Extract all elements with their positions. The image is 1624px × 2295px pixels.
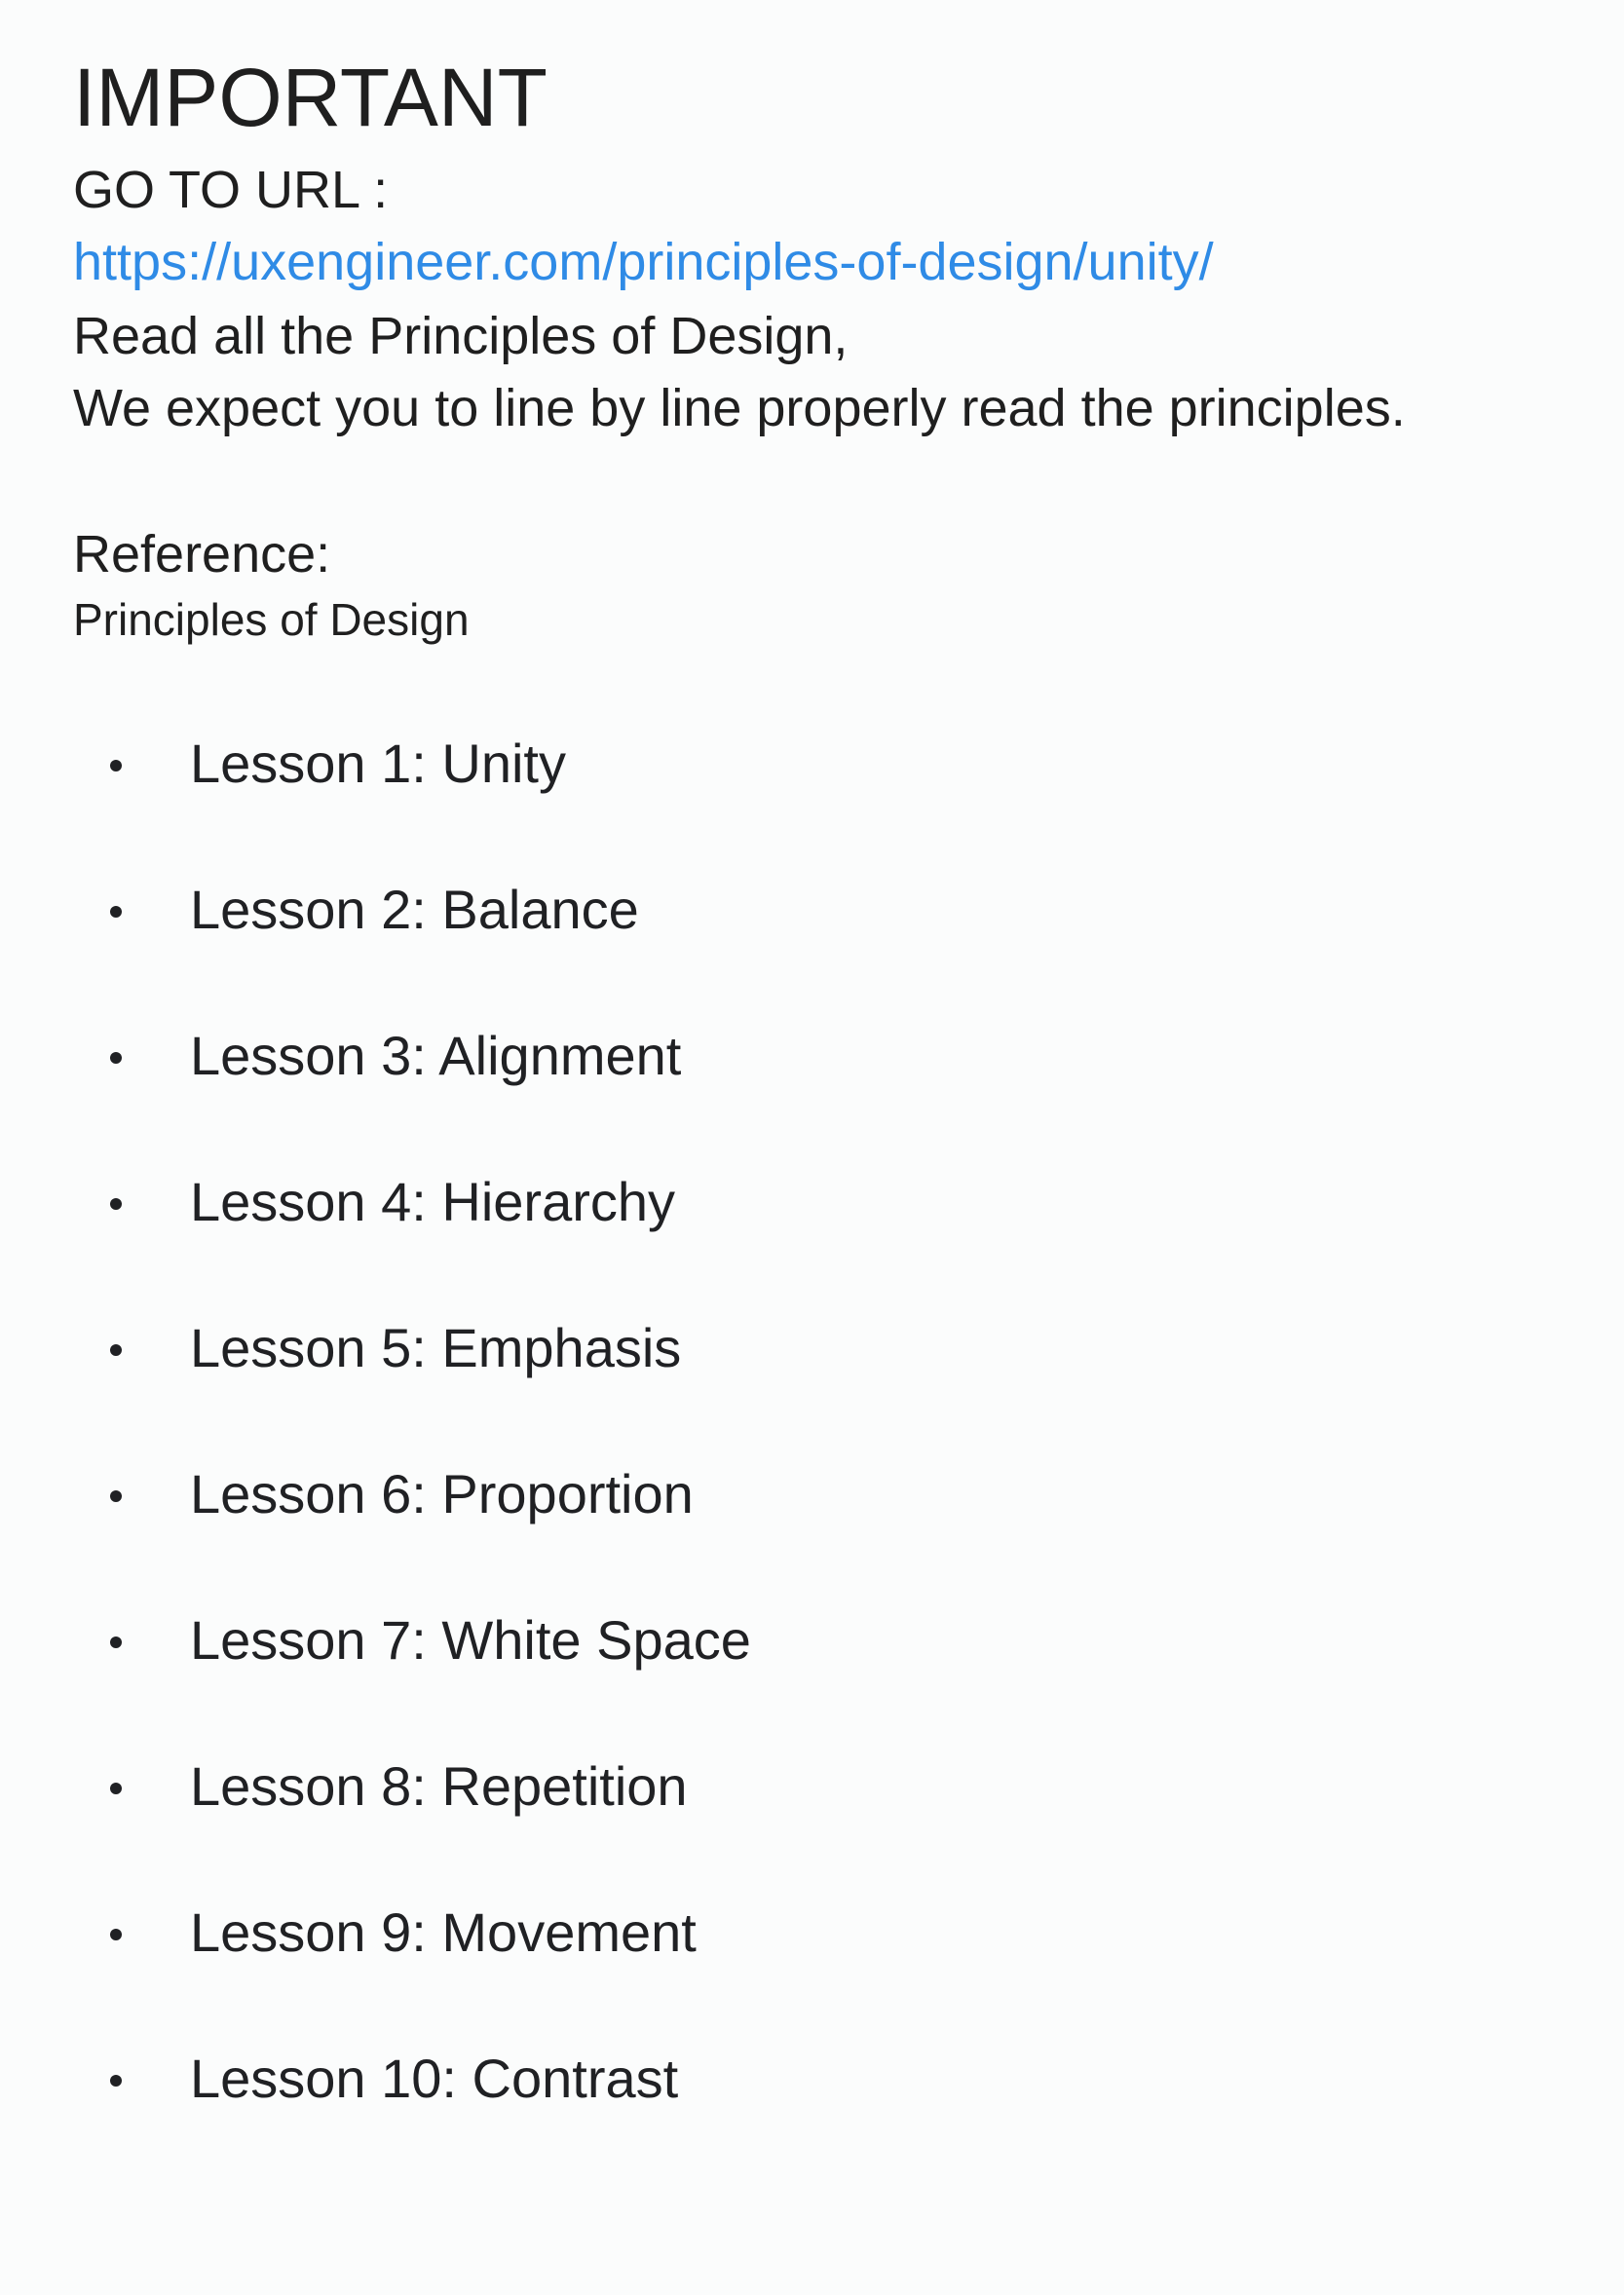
goto-url-label: GO TO URL : (73, 161, 389, 219)
lesson-item: Lesson 6: Proportion (73, 1455, 1437, 1601)
instruction-line-1: Read all the Principles of Design, (73, 307, 849, 365)
reference-title: Principles of Design (73, 594, 470, 645)
lesson-label: Lesson 2: Balance (190, 879, 639, 940)
document-title: IMPORTANT (73, 52, 548, 143)
lesson-item: Lesson 4: Hierarchy (73, 1163, 1437, 1309)
lesson-item: Lesson 5: Emphasis (73, 1309, 1437, 1455)
instruction-line-2: We expect you to line by line properly r… (73, 379, 1406, 437)
lesson-label: Lesson 10: Contrast (190, 2048, 679, 2109)
lesson-label: Lesson 6: Proportion (190, 1463, 694, 1524)
bullet-icon (110, 1783, 122, 1794)
lesson-label: Lesson 3: Alignment (190, 1025, 682, 1086)
lesson-item: Lesson 9: Movement (73, 1894, 1437, 2040)
lesson-item: Lesson 10: Contrast (73, 2040, 1437, 2186)
bullet-icon (110, 1344, 122, 1356)
lesson-item: Lesson 3: Alignment (73, 1017, 1437, 1163)
lesson-list: Lesson 1: Unity Lesson 2: Balance Lesson… (73, 725, 1437, 2186)
reference-label: Reference: (73, 525, 331, 583)
bullet-icon (110, 760, 122, 771)
lesson-label: Lesson 4: Hierarchy (190, 1171, 676, 1232)
bullet-icon (110, 2075, 122, 2087)
lesson-label: Lesson 5: Emphasis (190, 1317, 682, 1378)
bullet-icon (110, 1198, 122, 1210)
bullet-icon (110, 1490, 122, 1502)
lesson-item: Lesson 2: Balance (73, 871, 1437, 1017)
lesson-label: Lesson 8: Repetition (190, 1755, 688, 1817)
lesson-label: Lesson 1: Unity (190, 733, 566, 794)
principles-url-link[interactable]: https://uxengineer.com/principles-of-des… (73, 228, 1214, 296)
lesson-label: Lesson 9: Movement (190, 1901, 697, 1963)
lesson-item: Lesson 1: Unity (73, 725, 1437, 871)
bullet-icon (110, 1052, 122, 1064)
bullet-icon (110, 1929, 122, 1940)
lesson-item: Lesson 8: Repetition (73, 1748, 1437, 1894)
lesson-item: Lesson 7: White Space (73, 1601, 1437, 1748)
lesson-label: Lesson 7: White Space (190, 1609, 751, 1671)
bullet-icon (110, 1637, 122, 1648)
bullet-icon (110, 906, 122, 918)
